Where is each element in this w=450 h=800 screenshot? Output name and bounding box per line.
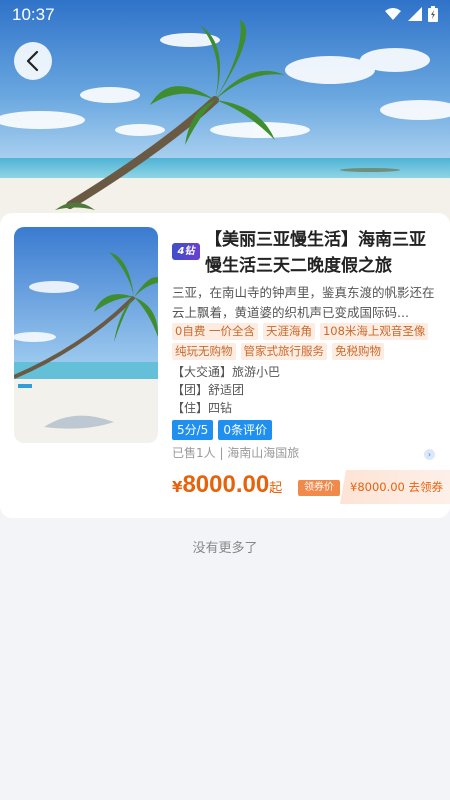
review-count-pill[interactable]: 0条评价: [218, 420, 272, 440]
price-suffix: 起: [269, 481, 283, 496]
feature-tag: 纯玩无购物: [172, 343, 236, 360]
feature-tags: 0自费 一价全含 天涯海角 108米海上观音圣像 纯玩无购物 管家式旅行服务 免…: [172, 323, 442, 360]
cell-signal-icon: [408, 7, 422, 21]
product-thumbnail: [14, 227, 158, 443]
price-value: 8000.00: [182, 471, 270, 498]
feature-tag: 免税购物: [332, 343, 384, 360]
battery-icon: [428, 6, 438, 22]
no-more-text: 没有更多了: [192, 541, 258, 556]
feature-tag: 天涯海角: [262, 323, 315, 340]
price-currency: ¥: [172, 478, 183, 496]
diamond-level-badge: 4钻: [172, 243, 200, 260]
feature-tag: 108米海上观音圣像: [319, 323, 429, 340]
feature-tag: 管家式旅行服务: [240, 343, 327, 360]
coupon-price-label: 领券价: [298, 480, 340, 496]
product-description: 三亚，在南山寺的钟声里，鉴真东渡的帆影还在云上飘着，黄道婆的织机声已变成国际码.…: [172, 285, 435, 320]
rating-pill: 5分/5: [172, 420, 214, 440]
thumbnail-photo: [14, 227, 158, 443]
info-transport: 【大交通】旅游小巴: [172, 365, 281, 379]
trip-info: 【大交通】旅游小巴 【团】舒适团 【住】四钻: [172, 363, 280, 417]
product-title[interactable]: 【美丽三亚慢生活】海南三亚慢生活三天二晚度假之旅: [172, 227, 440, 279]
beach-photo: [0, 0, 450, 235]
status-bar: 10:37: [0, 0, 450, 30]
chevron-left-icon: [26, 50, 39, 72]
feature-tag: 0自费 一价全含: [172, 323, 258, 340]
get-coupon-button[interactable]: ¥8000.00 去领券: [340, 470, 450, 504]
status-time: 10:37: [12, 5, 55, 24]
back-button[interactable]: [14, 42, 52, 80]
info-hotel: 【住】四钻: [172, 401, 233, 415]
arrow-right-icon[interactable]: ›: [424, 449, 435, 460]
info-group: 【团】舒适团: [172, 383, 245, 397]
hero-banner-image: [0, 0, 450, 235]
price: ¥8000.00起: [172, 471, 282, 499]
product-card[interactable]: 4钻 【美丽三亚慢生活】海南三亚慢生活三天二晚度假之旅 三亚，在南山寺的钟声里，…: [0, 213, 450, 518]
sold-and-agency: 已售1人 | 海南山海国旅: [172, 446, 300, 460]
wifi-icon: [385, 8, 401, 20]
